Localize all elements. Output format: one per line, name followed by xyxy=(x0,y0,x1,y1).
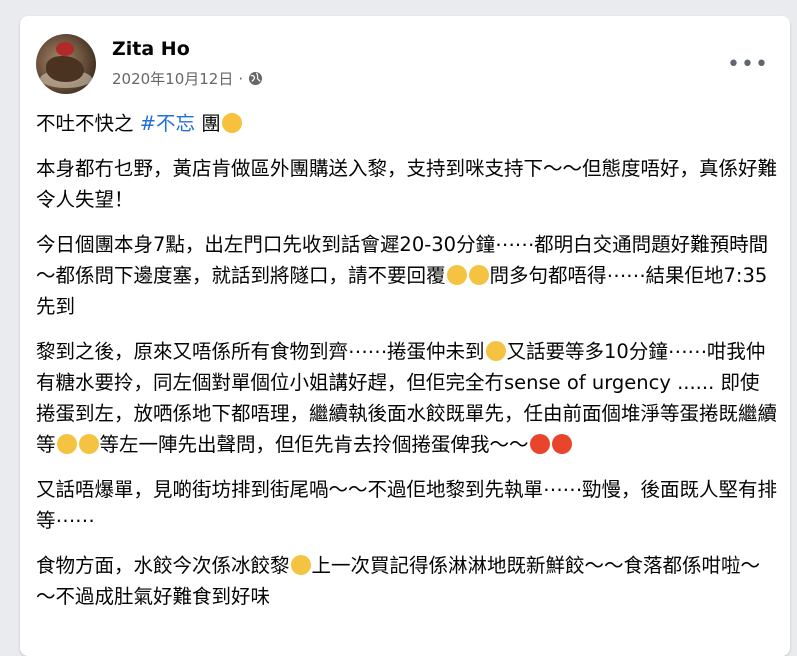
face-with-steam-icon xyxy=(221,113,242,133)
post-paragraph: 本身都冇乜野，黃店肯做區外團購送入黎，支持到咪支持下～～但態度唔好，真係好難令人… xyxy=(36,157,778,211)
post-paragraph: 黎到之後，原來又唔係所有食物到齊⋯⋯捲蛋仲未到 又話要等多10分鐘⋯⋯咁我仲有糖水… xyxy=(36,340,778,456)
exploding-head-icon xyxy=(56,434,77,454)
exploding-head-icon xyxy=(78,434,99,454)
post-paragraph: 又話唔爆單，見啲街坊排到街尾喎～～不過佢地黎到先執單⋯⋯勁慢，後面既人堅有排等⋯… xyxy=(36,478,778,532)
author-name[interactable]: Zita Ho xyxy=(112,38,190,60)
post-card: Zita Ho 2020年10月12日 · ••• 不吐不快之 #不忘 團 本身… xyxy=(20,16,790,656)
post-meta: 2020年10月12日 · xyxy=(112,68,263,89)
eye-roll-icon xyxy=(446,265,467,285)
separator-dot: · xyxy=(238,69,244,88)
globe-icon[interactable] xyxy=(248,71,263,86)
avatar[interactable] xyxy=(36,34,96,94)
post-paragraph: 食物方面，水餃今次係冰餃黎 上一次買記得係淋淋地既新鮮餃～～食落都係咁啦～～不過成… xyxy=(36,554,761,608)
post-body: 不吐不快之 #不忘 團 本身都冇乜野，黃店肯做區外團購送入黎，支持到咪支持下～～… xyxy=(36,108,778,626)
post-paragraph: 今日個團本身7點，出左門口先收到話會遲20-30分鐘⋯⋯都明白交通問題好難預時間… xyxy=(36,233,769,318)
more-options-button[interactable]: ••• xyxy=(727,52,768,77)
eye-roll-icon xyxy=(468,265,489,285)
anxious-sweat-icon xyxy=(485,341,506,361)
angry-face-icon xyxy=(529,434,550,454)
post-paragraph: 不吐不快之 #不忘 團 xyxy=(36,108,778,139)
angry-face-icon xyxy=(551,434,572,454)
post-date[interactable]: 2020年10月12日 xyxy=(112,68,233,89)
thinking-face-icon xyxy=(290,555,311,575)
hashtag-link[interactable]: #不忘 xyxy=(140,112,195,135)
